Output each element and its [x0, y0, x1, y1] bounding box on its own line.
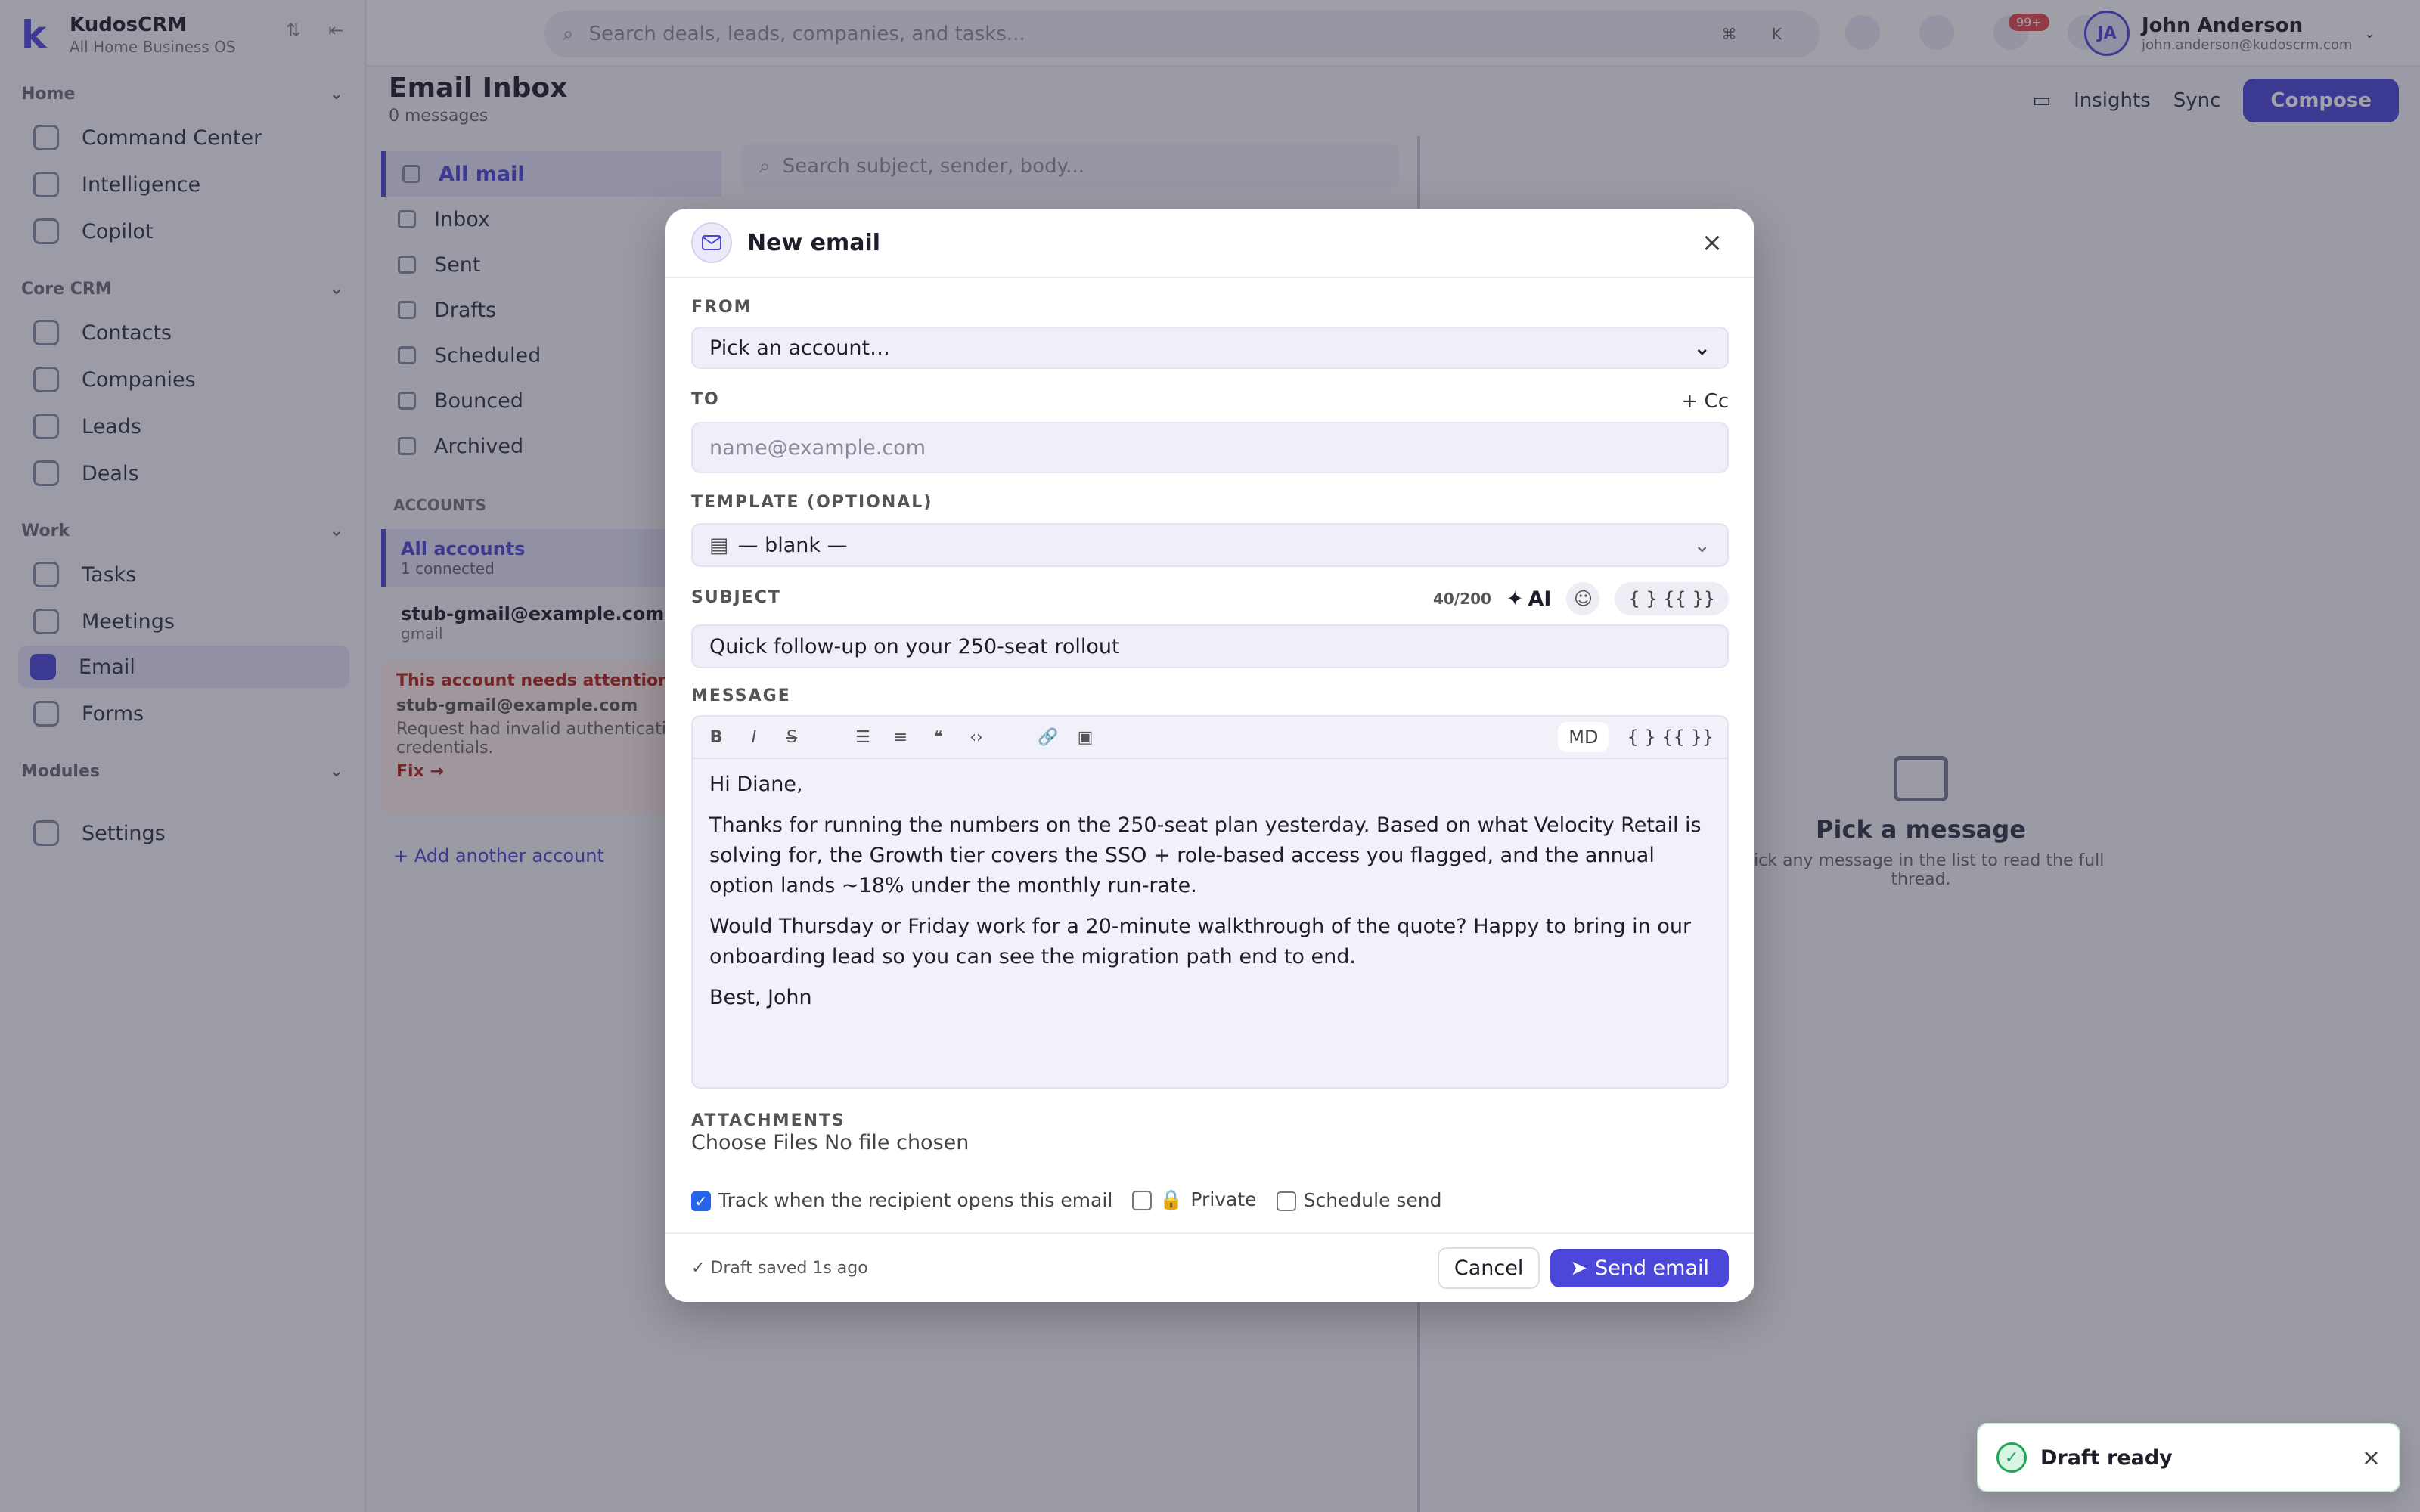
attachments-label: ATTACHMENTS: [691, 1111, 845, 1130]
strikethrough-icon[interactable]: S: [782, 728, 802, 747]
insert-variable-button[interactable]: { } {{ }}: [1615, 582, 1729, 615]
markdown-toggle[interactable]: MD: [1558, 722, 1609, 752]
close-icon[interactable]: ×: [2362, 1445, 2381, 1471]
bold-icon[interactable]: B: [706, 728, 726, 747]
subject-char-counter: 40/200: [1433, 590, 1491, 608]
message-body[interactable]: Hi Diane, Thanks for running the numbers…: [693, 759, 1727, 1034]
italic-icon[interactable]: I: [744, 728, 764, 747]
dialog-header: New email ×: [666, 209, 1754, 278]
check-circle-icon: ✓: [1996, 1442, 2027, 1473]
add-cc-link[interactable]: + Cc: [1682, 390, 1730, 413]
send-email-button[interactable]: ➤ Send email: [1550, 1248, 1729, 1287]
send-options: ✓ Track when the recipient opens this ema…: [691, 1188, 1442, 1211]
to-label: TO: [691, 390, 720, 409]
lock-icon: 🔒: [1159, 1188, 1184, 1210]
envelope-icon: [691, 222, 732, 263]
subject-tools: 40/200 ✦ AI ☺ { } {{ }}: [1433, 582, 1729, 615]
document-icon: ▤: [709, 533, 729, 557]
editor-toolbar: B I S ☰ ≡ ❝ ‹› 🔗 ▣ MD { } {{ }}: [693, 717, 1727, 759]
private-checkbox[interactable]: 🔒 Private: [1132, 1188, 1257, 1211]
message-editor[interactable]: B I S ☰ ≡ ❝ ‹› 🔗 ▣ MD { } {{ }} Hi Diane…: [691, 715, 1729, 1089]
toast-title: Draft ready: [2040, 1445, 2173, 1470]
code-icon[interactable]: ‹›: [966, 728, 986, 747]
numbered-list-icon[interactable]: ≡: [891, 728, 911, 747]
schedule-send-checkbox[interactable]: Schedule send: [1276, 1189, 1442, 1211]
check-icon: ✓: [691, 1191, 711, 1211]
message-paragraph: Best, John: [709, 986, 812, 1009]
chevron-down-icon: ⌄: [1693, 533, 1711, 557]
message-paragraph: Would Thursday or Friday work for a 20-m…: [709, 915, 1692, 968]
ai-button[interactable]: ✦ AI: [1506, 587, 1552, 611]
from-select[interactable]: Pick an account… ⌄: [691, 327, 1729, 369]
link-icon[interactable]: 🔗: [1038, 728, 1058, 747]
to-input[interactable]: name@example.com: [691, 422, 1729, 473]
message-paragraph: Thanks for running the numbers on the 25…: [709, 813, 1702, 897]
close-icon[interactable]: ×: [1696, 228, 1729, 258]
toast-notification: ✓ Draft ready ×: [1977, 1423, 2400, 1492]
quote-icon[interactable]: ❝: [929, 728, 948, 747]
message-label: MESSAGE: [691, 686, 791, 705]
from-label: FROM: [691, 298, 752, 317]
chevron-down-icon: ⌄: [1693, 336, 1711, 360]
subject-input[interactable]: Quick follow-up on your 250-seat rollout: [691, 624, 1729, 668]
cancel-button[interactable]: Cancel: [1437, 1247, 1540, 1289]
bullet-list-icon[interactable]: ☰: [853, 728, 873, 747]
template-select[interactable]: ▤ — blank — ⌄: [691, 523, 1729, 567]
image-icon[interactable]: ▣: [1075, 728, 1095, 747]
insert-variable-button[interactable]: { } {{ }}: [1627, 727, 1714, 748]
draft-saved-status: ✓ Draft saved 1s ago: [691, 1258, 868, 1278]
file-input[interactable]: Choose Files No file chosen: [691, 1131, 969, 1154]
track-opens-checkbox[interactable]: ✓ Track when the recipient opens this ema…: [691, 1189, 1112, 1211]
send-icon: ➤: [1570, 1256, 1587, 1280]
new-email-dialog: New email × FROM Pick an account… ⌄ TO +…: [666, 209, 1754, 1302]
template-label: TEMPLATE (OPTIONAL): [691, 493, 933, 512]
dialog-title: New email: [747, 229, 881, 256]
sparkle-icon: ✦: [1506, 587, 1524, 611]
subject-label: SUBJECT: [691, 588, 781, 607]
message-paragraph: Hi Diane,: [709, 773, 803, 796]
dialog-footer: ✓ Draft saved 1s ago Cancel ➤ Send email: [666, 1232, 1754, 1302]
emoji-icon[interactable]: ☺: [1566, 582, 1600, 615]
